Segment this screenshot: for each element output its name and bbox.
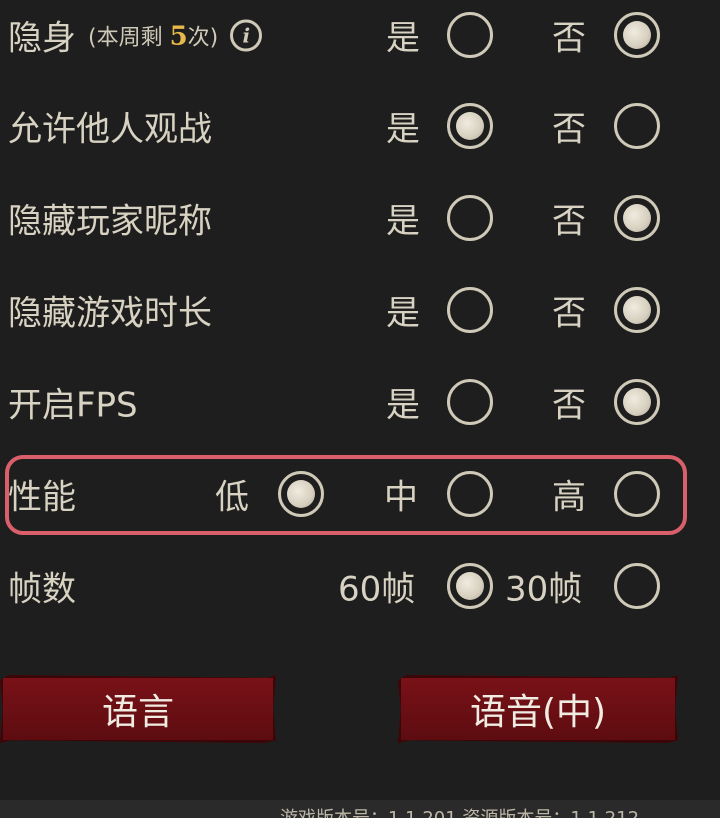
setting-label: 帧数 [8, 569, 76, 610]
no-radio[interactable] [614, 287, 660, 333]
setting-row-show-fps: 开启FPS 是 否 [0, 372, 720, 432]
version-text: 游戏版本号：1.1.201 资源版本号：1.1.212 [280, 804, 639, 818]
fps30-label: 30帧 [505, 569, 583, 610]
language-button[interactable]: 语言 [0, 675, 276, 743]
no-radio[interactable] [614, 379, 660, 425]
setting-label: 隐身 [8, 18, 76, 59]
stealth-label-group: 隐身 (本周剩 5次) i [8, 11, 263, 60]
fps60-label: 60帧 [338, 569, 416, 610]
mid-radio[interactable] [447, 471, 493, 517]
voice-button[interactable]: 语音(中) [398, 675, 678, 743]
yes-radio[interactable] [447, 195, 493, 241]
yes-label: 是 [386, 385, 420, 426]
fps30-radio[interactable] [614, 563, 660, 609]
setting-label: 隐藏游戏时长 [8, 293, 212, 334]
no-label: 否 [552, 293, 586, 334]
yes-label: 是 [386, 201, 420, 242]
setting-row-framerate: 帧数 60帧 30帧 [0, 556, 720, 616]
yes-label: 是 [386, 18, 420, 59]
no-label: 否 [552, 385, 586, 426]
yes-radio[interactable] [447, 287, 493, 333]
stealth-remaining-count: 5 [169, 21, 188, 51]
yes-radio[interactable] [447, 12, 493, 58]
setting-row-hide-playtime: 隐藏游戏时长 是 否 [0, 280, 720, 340]
setting-row-hide-nickname: 隐藏玩家昵称 是 否 [0, 188, 720, 248]
yes-radio[interactable] [447, 379, 493, 425]
no-radio[interactable] [614, 195, 660, 241]
setting-row-stealth: 隐身 (本周剩 5次) i 是 否 [0, 5, 720, 65]
fps60-radio[interactable] [447, 563, 493, 609]
no-label: 否 [552, 201, 586, 242]
no-label: 否 [552, 109, 586, 150]
no-radio[interactable] [614, 103, 660, 149]
high-radio[interactable] [614, 471, 660, 517]
setting-label: 允许他人观战 [8, 109, 212, 150]
setting-row-allow-spectate: 允许他人观战 是 否 [0, 96, 720, 156]
info-icon[interactable]: i [230, 19, 263, 51]
low-label: 低 [215, 477, 249, 518]
yes-label: 是 [386, 293, 420, 334]
no-label: 否 [552, 18, 586, 59]
yes-radio[interactable] [447, 103, 493, 149]
yes-label: 是 [386, 109, 420, 150]
setting-label: 性能 [8, 477, 76, 518]
setting-row-performance: 性能 低 中 高 [0, 464, 720, 524]
high-label: 高 [552, 477, 586, 518]
mid-label: 中 [384, 477, 418, 518]
setting-label: 开启FPS [8, 385, 138, 426]
low-radio[interactable] [278, 471, 324, 517]
no-radio[interactable] [614, 12, 660, 58]
stealth-remaining-note: (本周剩 5次) [88, 21, 219, 51]
setting-label: 隐藏玩家昵称 [8, 201, 212, 242]
version-footer: 游戏版本号：1.1.201 资源版本号：1.1.212 [0, 800, 720, 818]
